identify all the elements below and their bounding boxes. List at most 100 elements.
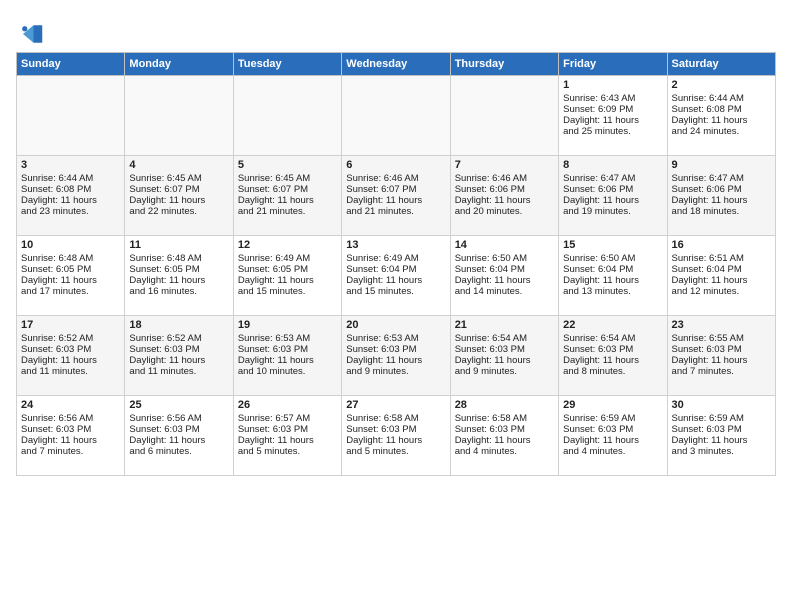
cell-info-line: Daylight: 11 hours [672, 195, 771, 206]
cell-info-line: Sunrise: 6:52 AM [129, 333, 228, 344]
cell-info-line: Sunrise: 6:50 AM [563, 253, 662, 264]
cell-info-line: and 5 minutes. [238, 446, 337, 457]
day-number: 3 [21, 159, 120, 171]
calendar-cell: 7Sunrise: 6:46 AMSunset: 6:06 PMDaylight… [450, 156, 558, 236]
day-number: 15 [563, 239, 662, 251]
cell-info-line: Sunset: 6:05 PM [21, 264, 120, 275]
day-number: 27 [346, 399, 445, 411]
cell-info-line: Sunrise: 6:51 AM [672, 253, 771, 264]
day-number: 17 [21, 319, 120, 331]
cell-info-line: Sunset: 6:03 PM [238, 344, 337, 355]
cell-info-line: Sunset: 6:04 PM [346, 264, 445, 275]
cell-info-line: Daylight: 11 hours [672, 275, 771, 286]
cell-info-line: Sunrise: 6:49 AM [238, 253, 337, 264]
calendar-table: SundayMondayTuesdayWednesdayThursdayFrid… [16, 52, 776, 476]
header [16, 16, 776, 48]
cell-info-line: Sunrise: 6:47 AM [563, 173, 662, 184]
cell-info-line: Daylight: 11 hours [672, 355, 771, 366]
cell-info-line: Sunset: 6:04 PM [672, 264, 771, 275]
cell-info-line: and 17 minutes. [21, 286, 120, 297]
cell-info-line: and 16 minutes. [129, 286, 228, 297]
day-number: 26 [238, 399, 337, 411]
cell-info-line: and 11 minutes. [21, 366, 120, 377]
cell-info-line: Daylight: 11 hours [346, 275, 445, 286]
cell-info-line: Sunrise: 6:57 AM [238, 413, 337, 424]
day-number: 8 [563, 159, 662, 171]
cell-info-line: and 13 minutes. [563, 286, 662, 297]
cell-info-line: Sunset: 6:03 PM [563, 344, 662, 355]
cell-info-line: Sunrise: 6:56 AM [129, 413, 228, 424]
cell-info-line: Sunrise: 6:48 AM [21, 253, 120, 264]
cell-info-line: Daylight: 11 hours [346, 355, 445, 366]
cell-info-line: Sunrise: 6:45 AM [129, 173, 228, 184]
cell-info-line: Daylight: 11 hours [129, 435, 228, 446]
day-number: 12 [238, 239, 337, 251]
cell-info-line: Sunset: 6:07 PM [238, 184, 337, 195]
calendar-cell: 2Sunrise: 6:44 AMSunset: 6:08 PMDaylight… [667, 76, 775, 156]
cell-info-line: Sunrise: 6:44 AM [672, 93, 771, 104]
cell-info-line: Daylight: 11 hours [129, 195, 228, 206]
cell-info-line: Sunrise: 6:56 AM [21, 413, 120, 424]
cell-info-line: Sunset: 6:04 PM [455, 264, 554, 275]
calendar-cell: 9Sunrise: 6:47 AMSunset: 6:06 PMDaylight… [667, 156, 775, 236]
cell-info-line: Daylight: 11 hours [455, 355, 554, 366]
cell-info-line: Sunset: 6:03 PM [672, 344, 771, 355]
cell-info-line: and 11 minutes. [129, 366, 228, 377]
calendar-cell [450, 76, 558, 156]
cell-info-line: and 8 minutes. [563, 366, 662, 377]
cell-info-line: Daylight: 11 hours [346, 435, 445, 446]
calendar-cell [17, 76, 125, 156]
cell-info-line: Daylight: 11 hours [238, 355, 337, 366]
calendar-header: SundayMondayTuesdayWednesdayThursdayFrid… [17, 53, 776, 76]
cell-info-line: and 3 minutes. [672, 446, 771, 457]
calendar-week-row: 1Sunrise: 6:43 AMSunset: 6:09 PMDaylight… [17, 76, 776, 156]
cell-info-line: Daylight: 11 hours [21, 355, 120, 366]
cell-info-line: Sunset: 6:07 PM [346, 184, 445, 195]
cell-info-line: Sunrise: 6:59 AM [672, 413, 771, 424]
calendar-cell [342, 76, 450, 156]
calendar-cell: 21Sunrise: 6:54 AMSunset: 6:03 PMDayligh… [450, 316, 558, 396]
calendar-week-row: 3Sunrise: 6:44 AMSunset: 6:08 PMDaylight… [17, 156, 776, 236]
cell-info-line: and 4 minutes. [563, 446, 662, 457]
day-number: 11 [129, 239, 228, 251]
cell-info-line: Sunset: 6:03 PM [129, 424, 228, 435]
cell-info-line: and 19 minutes. [563, 206, 662, 217]
cell-info-line: Sunrise: 6:47 AM [672, 173, 771, 184]
calendar-cell: 14Sunrise: 6:50 AMSunset: 6:04 PMDayligh… [450, 236, 558, 316]
cell-info-line: Sunset: 6:09 PM [563, 104, 662, 115]
cell-info-line: Sunrise: 6:52 AM [21, 333, 120, 344]
cell-info-line: and 4 minutes. [455, 446, 554, 457]
cell-info-line: Daylight: 11 hours [672, 435, 771, 446]
day-number: 7 [455, 159, 554, 171]
day-number: 9 [672, 159, 771, 171]
day-number: 10 [21, 239, 120, 251]
day-number: 20 [346, 319, 445, 331]
day-number: 5 [238, 159, 337, 171]
calendar-cell: 17 Sunrise: 6:52 AMSunset: 6:03 PMDayligh… [17, 316, 125, 396]
calendar-cell: 29Sunrise: 6:59 AMSunset: 6:03 PMDayligh… [559, 396, 667, 476]
cell-info-line: Sunset: 6:05 PM [129, 264, 228, 275]
logo-icon [16, 20, 44, 48]
cell-info-line: Sunrise: 6:53 AM [346, 333, 445, 344]
calendar-cell: 5Sunrise: 6:45 AMSunset: 6:07 PMDaylight… [233, 156, 341, 236]
weekday-header-monday: Monday [125, 53, 233, 76]
cell-info-line: Sunset: 6:03 PM [455, 344, 554, 355]
cell-info-line: Sunrise: 6:43 AM [563, 93, 662, 104]
cell-info-line: and 15 minutes. [346, 286, 445, 297]
day-number: 1 [563, 79, 662, 91]
day-number: 4 [129, 159, 228, 171]
calendar-cell: 6Sunrise: 6:46 AMSunset: 6:07 PMDaylight… [342, 156, 450, 236]
calendar-body: 1 Sunrise: 6:43 AMSunset: 6:09 PM Daylight… [17, 76, 776, 476]
cell-info-line: Sunrise: 6:54 AM [563, 333, 662, 344]
weekday-header-saturday: Saturday [667, 53, 775, 76]
calendar-cell [125, 76, 233, 156]
day-number: 13 [346, 239, 445, 251]
cell-info-line: and 25 minutes. [563, 126, 662, 137]
cell-info-line: Sunset: 6:03 PM [238, 424, 337, 435]
cell-info-line: Sunset: 6:03 PM [21, 344, 120, 355]
calendar-cell: 22Sunrise: 6:54 AMSunset: 6:03 PMDayligh… [559, 316, 667, 396]
calendar-cell [233, 76, 341, 156]
cell-info-line: Sunrise: 6:46 AM [346, 173, 445, 184]
cell-info-line: Sunset: 6:06 PM [563, 184, 662, 195]
cell-info-line: and 23 minutes. [21, 206, 120, 217]
